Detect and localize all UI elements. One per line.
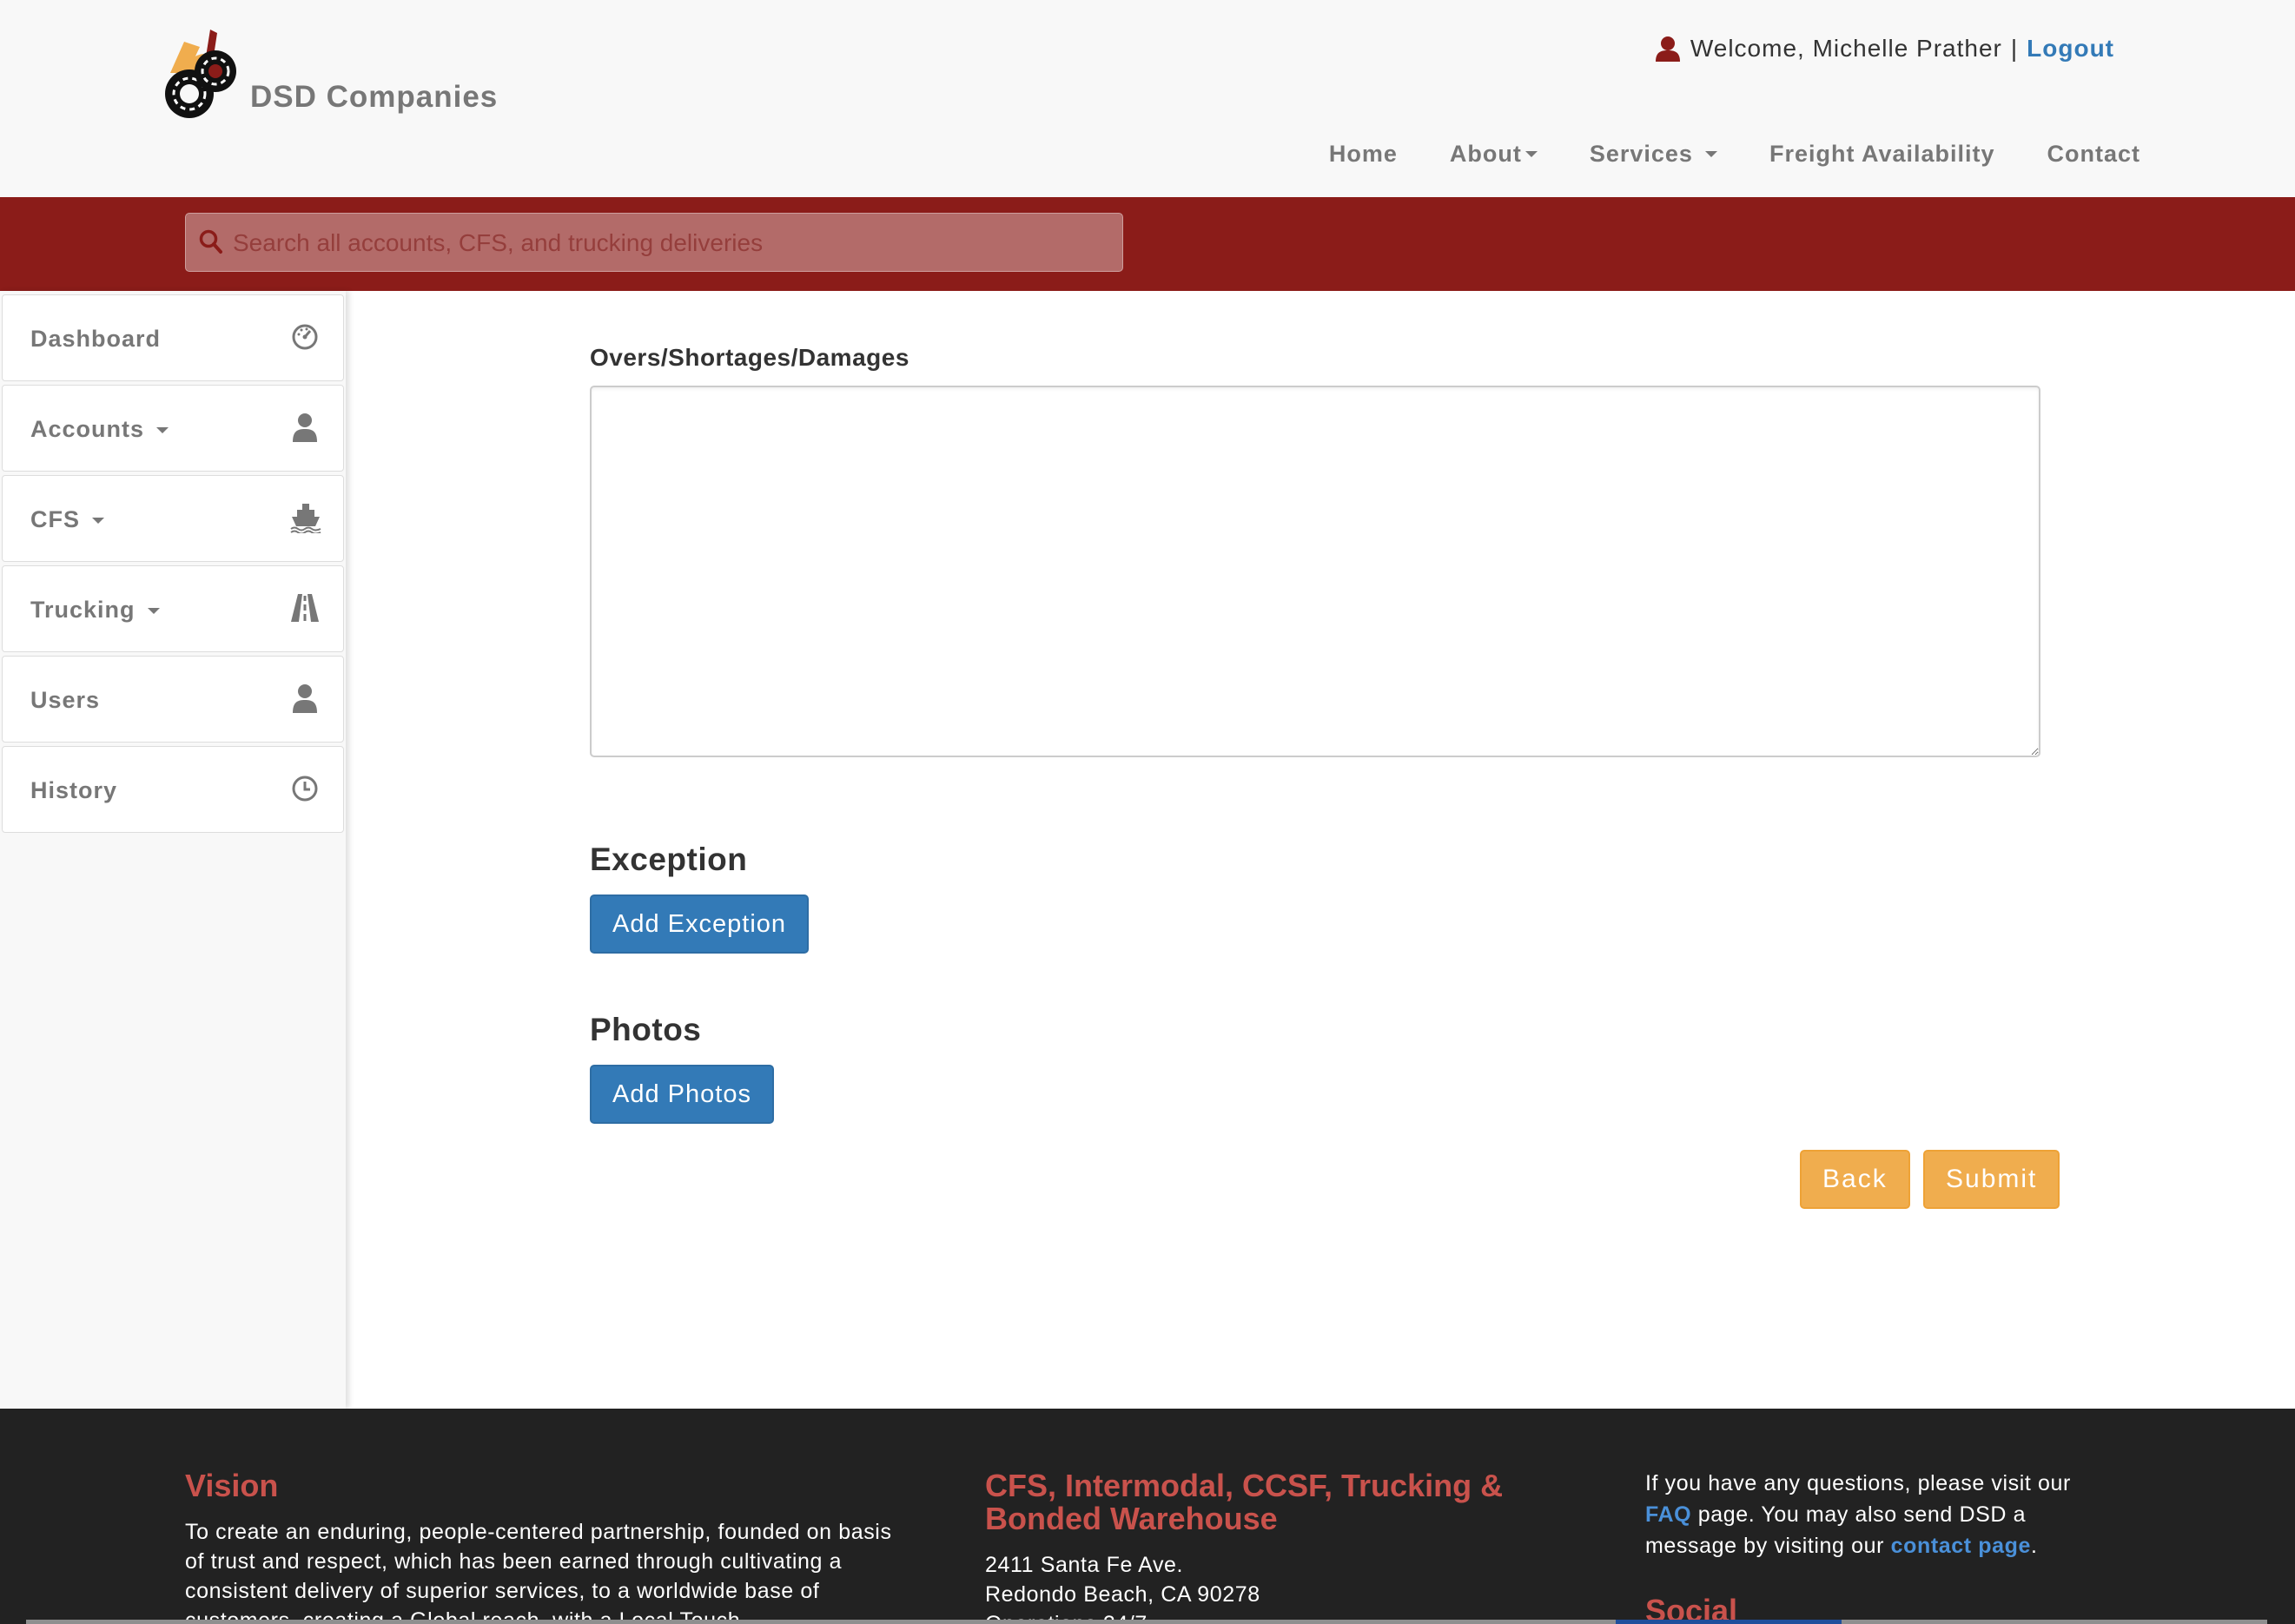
sidebar-cfs-text: CFS [30,506,80,532]
vision-heading: Vision [185,1468,279,1503]
sidebar-item-label: Users [30,687,101,713]
contact-page-link[interactable]: contact page [1891,1534,2031,1558]
services-heading-line: CFS, Intermodal, CCSF, Trucking & [985,1468,1504,1503]
sidebar-item-trucking[interactable]: Trucking [2,565,344,652]
sidebar-item-label: Dashboard [30,326,162,352]
caret-down-icon [1524,150,1538,157]
sidebar-trucking-text: Trucking [30,597,136,623]
footer-divider [26,1620,2267,1624]
welcome-separator: | [2010,35,2019,62]
photos-heading: Photos [590,1012,702,1047]
caret-down-icon [156,427,169,434]
sidebar-item-accounts[interactable]: Accounts [2,385,344,472]
sidebar-item-history[interactable]: History [2,746,344,833]
site-footer: Vision To create an enduring, people-cen… [0,1409,2295,1624]
help-text-fragment: . [2030,1534,2038,1558]
vision-text: To create an enduring, people-centered p… [185,1517,967,1624]
sidebar-accounts-text: Accounts [30,416,145,442]
logout-link[interactable]: Logout [2027,35,2114,63]
top-navigation: Home About Services Freight Availability… [1329,130,2295,177]
vision-line: To create an enduring, people-centered p… [185,1520,892,1544]
nav-home-label: Home [1328,140,1398,167]
address-line: Redondo Beach, CA 90278 [985,1582,1260,1607]
help-line: message by visiting our contact page. [1645,1530,2132,1561]
osd-label: Overs/Shortages/Damages [590,344,909,371]
sidebar: Dashboard Accounts CFS Trucking Users Hi… [0,291,346,1409]
nav-freight-label: Freight Availability [1769,140,1995,167]
faq-link[interactable]: FAQ [1645,1502,1691,1527]
footer-social-strip [1616,1620,1842,1624]
site-header: DSD Companies Welcome, Michelle Prather … [0,0,2295,198]
dsd-logo-icon[interactable] [162,26,248,123]
help-line: If you have any questions, please visit … [1645,1471,2071,1495]
sidebar-item-label: CFS [30,476,104,563]
user-icon [293,413,317,442]
nav-about-label: About [1449,140,1522,167]
search-input[interactable] [231,214,1112,273]
sidebar-item-label: Accounts [30,386,169,472]
sidebar-item-label: Trucking [30,566,160,653]
add-exception-button[interactable]: Add Exception [590,895,810,954]
road-icon [291,594,319,622]
exception-heading: Exception [590,842,748,877]
help-text-fragment: page. You may also send DSD a [1691,1502,2027,1527]
search-box [185,213,1123,273]
user-welcome-bar: Welcome, Michelle Prather | Logout [1655,31,2114,66]
caret-down-icon [92,518,104,525]
osd-textarea[interactable] [590,386,2040,757]
services-heading: CFS, Intermodal, CCSF, Trucking & Bonded… [985,1469,1593,1535]
help-line: FAQ page. You may also send DSD a [1645,1499,2132,1530]
user-icon [1655,36,1680,62]
vision-line: of trust and respect, which has been ear… [185,1549,843,1574]
nav-home[interactable]: Home [1329,141,1398,168]
nav-about[interactable]: About [1450,141,1538,168]
sidebar-item-label: History [30,777,118,803]
submit-button[interactable]: Submit [1923,1150,2060,1209]
back-button[interactable]: Back [1800,1150,1910,1209]
sidebar-item-users[interactable]: Users [2,656,344,743]
search-bar [0,197,2295,291]
welcome-text: Welcome, Michelle Prather [1690,35,2002,62]
sidebar-item-dashboard[interactable]: Dashboard [2,294,344,381]
caret-down-icon [147,608,160,615]
help-text: If you have any questions, please visit … [1645,1468,2132,1561]
add-photos-button[interactable]: Add Photos [590,1065,774,1124]
nav-services[interactable]: Services [1590,141,1717,168]
brand-name[interactable]: DSD Companies [250,80,498,115]
ship-icon [290,504,321,533]
clock-icon [292,776,318,802]
search-icon [199,229,222,254]
nav-contact-label: Contact [2047,140,2140,167]
address-block: 2411 Santa Fe Ave. Redondo Beach, CA 902… [985,1550,1260,1624]
vision-line: consistent delivery of superior services… [185,1579,820,1603]
user-icon [293,684,317,713]
address-line: 2411 Santa Fe Ave. [985,1553,1184,1577]
nav-freight-availability[interactable]: Freight Availability [1769,141,1995,168]
nav-contact[interactable]: Contact [2047,141,2141,168]
help-text-fragment: message by visiting our [1645,1534,1891,1558]
nav-services-label: Services [1589,140,1693,167]
caret-down-icon [1704,150,1717,157]
services-heading-line: Bonded Warehouse [985,1501,1278,1536]
sidebar-item-cfs[interactable]: CFS [2,475,344,562]
dashboard-icon [292,324,318,350]
